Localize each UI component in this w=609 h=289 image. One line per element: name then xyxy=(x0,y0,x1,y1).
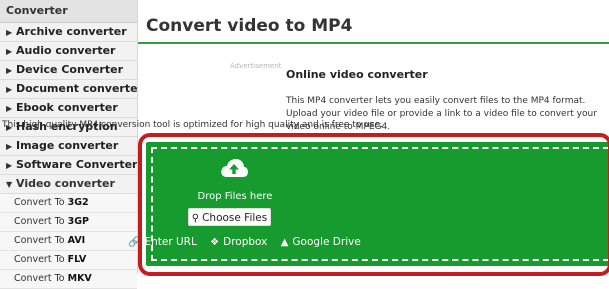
sidebar-item-archive-converter[interactable]: ▶ Archive converter xyxy=(0,23,137,42)
sidebar-item-software-converter[interactable]: ▶ Software Converter xyxy=(0,156,137,175)
subitem-format: MKV xyxy=(67,273,92,284)
sidebar-item-device-converter[interactable]: ▶ Device Converter xyxy=(0,61,137,80)
subitem-prefix: Convert To xyxy=(14,197,68,208)
sidebar-item-label: Image converter xyxy=(16,139,119,152)
sidebar-subitem-flv[interactable]: Convert To FLV xyxy=(0,251,137,270)
sidebar-header: Converter xyxy=(0,0,137,23)
subitem-format: 3GP xyxy=(67,216,89,227)
app-window: Converter ▶ Archive converter ▶ Audio conv… xyxy=(0,0,609,289)
sidebar-item-audio-converter[interactable]: ▶ Audio converter xyxy=(0,42,137,61)
caret-right-icon: ▶ xyxy=(6,85,13,94)
sidebar-subitem-3g2[interactable]: Convert To 3G2 xyxy=(0,194,137,213)
caret-right-icon: ▶ xyxy=(6,161,13,170)
subitem-prefix: Convert To xyxy=(14,216,68,227)
caret-right-icon: ▶ xyxy=(6,104,13,113)
sidebar-subitem-3gp[interactable]: Convert To 3GP xyxy=(0,213,137,232)
subitem-prefix: Convert To xyxy=(14,235,68,246)
sidebar-item-video-converter[interactable]: ▼ Video converter xyxy=(0,175,137,194)
title-divider xyxy=(138,42,609,44)
sidebar-item-label: Audio converter xyxy=(16,44,116,57)
sidebar-item-image-converter[interactable]: ▶ Image converter xyxy=(0,137,137,156)
description-text-secondary: This high quality MP4 conversion tool is… xyxy=(2,120,383,130)
subitem-prefix: Convert To xyxy=(14,273,68,284)
subitem-format: FLV xyxy=(67,254,87,265)
caret-right-icon: ▶ xyxy=(6,28,13,37)
sidebar-item-label: Software Converter xyxy=(16,158,137,171)
caret-right-icon: ▶ xyxy=(6,47,13,56)
section-title: Online video converter xyxy=(286,68,428,81)
sidebar-item-label: Archive converter xyxy=(16,25,127,38)
subitem-format: AVI xyxy=(67,235,86,246)
sidebar-item-label: Ebook converter xyxy=(16,101,118,114)
caret-right-icon: ▶ xyxy=(6,142,13,151)
subitem-format: 3G2 xyxy=(67,197,89,208)
sidebar-item-ebook-converter[interactable]: ▶ Ebook converter xyxy=(0,99,137,118)
sidebar-item-label: Video converter xyxy=(16,177,115,190)
highlight-outline xyxy=(138,133,609,276)
sidebar-nav: Converter ▶ Archive converter ▶ Audio conv… xyxy=(0,0,138,289)
caret-right-icon: ▶ xyxy=(6,66,13,75)
advertisement-label: Advertisement xyxy=(230,62,282,70)
page-title: Convert video to MP4 xyxy=(146,16,353,36)
sidebar-item-label: Document converter xyxy=(16,82,137,95)
sidebar-item-label: Device Converter xyxy=(16,63,124,76)
sidebar-item-document-converter[interactable]: ▶ Document converter xyxy=(0,80,137,99)
sidebar-subitem-avi[interactable]: Convert To AVI xyxy=(0,232,137,251)
sidebar-subitem-mkv[interactable]: Convert To MKV xyxy=(0,270,137,289)
subitem-prefix: Convert To xyxy=(14,254,68,265)
caret-down-icon: ▼ xyxy=(6,180,13,189)
